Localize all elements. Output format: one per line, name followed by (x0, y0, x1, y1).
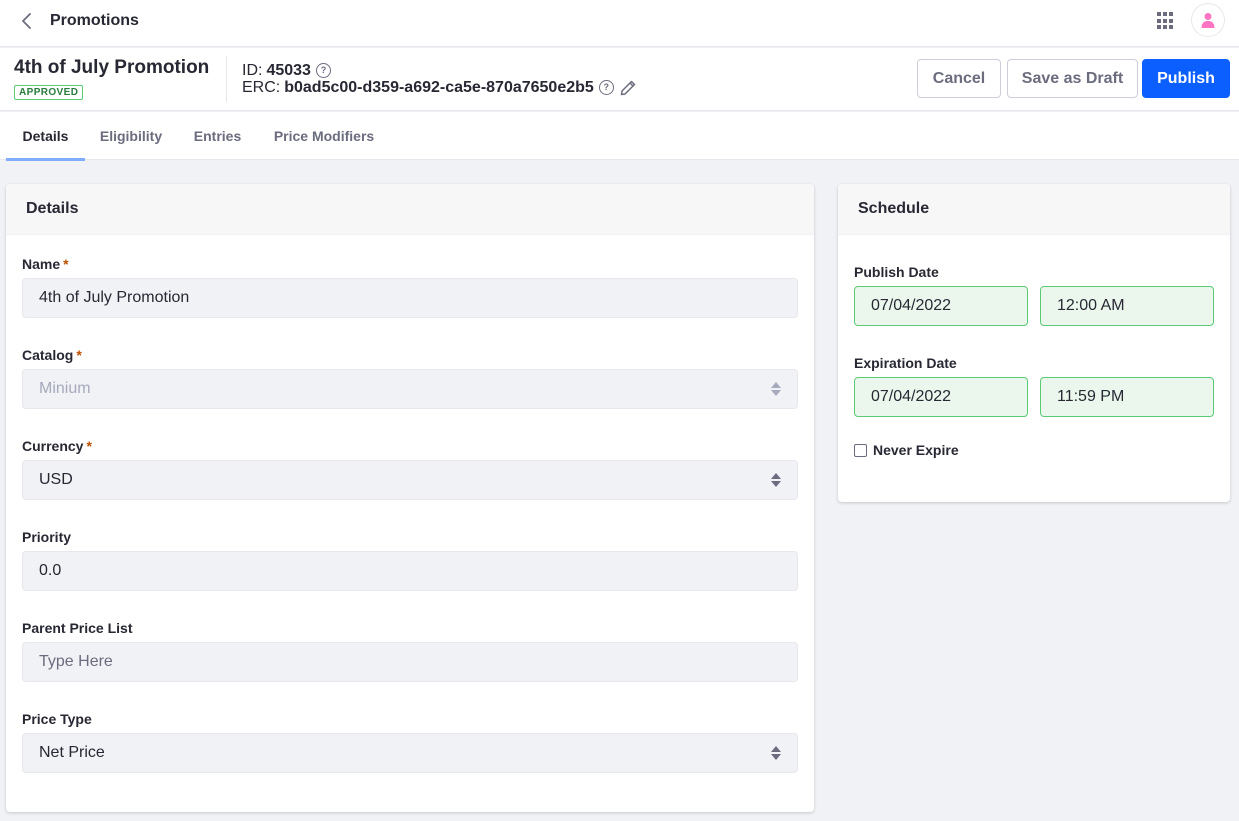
priority-input[interactable]: 0.0 (22, 551, 798, 591)
select-caret-icon (771, 473, 781, 487)
user-avatar-button[interactable] (1191, 3, 1225, 37)
pencil-icon (620, 80, 636, 95)
name-label-text: Name (22, 256, 61, 272)
tab-details[interactable]: Details (6, 112, 85, 161)
tab-bar: Details Eligibility Entries Price Modifi… (0, 112, 1239, 161)
expiration-date-input[interactable]: 07/04/2022 (854, 377, 1028, 417)
tab-price-modifiers[interactable]: Price Modifiers (265, 112, 383, 160)
never-expire-option[interactable]: Never Expire (854, 442, 959, 458)
apps-grid-dot (1163, 25, 1167, 30)
back-button[interactable] (16, 10, 38, 32)
header-divider (226, 56, 227, 102)
required-mark: * (86, 438, 92, 454)
catalog-select: Minium (22, 369, 798, 409)
name-input[interactable]: 4th of July Promotion (22, 278, 798, 318)
priority-label: Priority (22, 529, 72, 545)
save-as-draft-button[interactable]: Save as Draft (1007, 59, 1138, 98)
help-icon[interactable]: ? (315, 63, 331, 78)
price-type-value: Net Price (39, 744, 105, 761)
publish-date-label: Publish Date (854, 264, 939, 280)
currency-label: Currency * (22, 438, 92, 454)
details-card: Details Name * 4th of July Promotion Cata… (6, 184, 814, 812)
schedule-card: Schedule Publish Date 07/04/2022 12:00 A… (838, 184, 1230, 502)
select-caret-icon (771, 746, 781, 760)
catalog-value: Minium (39, 380, 91, 397)
status-badge: APPROVED (14, 85, 84, 100)
publish-time-input[interactable]: 12:00 AM (1040, 286, 1214, 326)
currency-value: USD (39, 471, 73, 488)
promotion-meta: ID: 45033 ? ERC: b0ad5c00-d359-a692-ca5e… (242, 62, 636, 96)
price-type-select[interactable]: Net Price (22, 733, 798, 773)
erc-label: ERC: (242, 79, 281, 96)
apps-grid-dot (1169, 25, 1173, 30)
erc-row: ERC: b0ad5c00-d359-a692-ca5e-870a7650e2b… (242, 79, 636, 96)
catalog-label-text: Catalog (22, 347, 74, 363)
page-title: Promotions (50, 12, 139, 29)
details-card-title: Details (6, 184, 814, 235)
select-caret-icon (771, 382, 781, 396)
help-icon[interactable]: ? (598, 80, 614, 95)
never-expire-label: Never Expire (873, 442, 959, 458)
required-mark: * (63, 256, 69, 272)
currency-label-text: Currency (22, 438, 84, 454)
edit-erc-button[interactable] (620, 80, 636, 96)
expiration-time-input[interactable]: 11:59 PM (1040, 377, 1214, 417)
apps-grid-dot (1163, 12, 1167, 16)
expiration-date-label: Expiration Date (854, 355, 957, 371)
top-navigation-bar: Promotions (0, 0, 1239, 47)
publish-button[interactable]: Publish (1142, 59, 1230, 98)
cancel-button[interactable]: Cancel (917, 59, 1001, 98)
tab-eligibility[interactable]: Eligibility (92, 112, 170, 160)
price-type-label: Price Type (22, 711, 92, 727)
catalog-label: Catalog * (22, 347, 82, 363)
id-value: 45033 (266, 62, 311, 79)
promotion-title: 4th of July Promotion (14, 57, 210, 78)
id-row: ID: 45033 ? (242, 62, 636, 79)
apps-grid-dot (1157, 18, 1161, 23)
apps-grid-icon (1157, 12, 1161, 16)
apps-menu-button[interactable] (1157, 12, 1175, 30)
apps-grid-dot (1157, 25, 1161, 30)
parent-price-list-input[interactable]: Type Here (22, 642, 798, 682)
promotion-header: 4th of July Promotion APPROVED ID: 45033… (0, 48, 1239, 111)
chevron-left-icon (22, 13, 31, 29)
required-mark: * (76, 347, 82, 363)
user-icon (1201, 13, 1215, 28)
erc-value: b0ad5c00-d359-a692-ca5e-870a7650e2b5 (284, 79, 594, 96)
id-label: ID: (242, 62, 263, 79)
apps-grid-dot (1169, 18, 1173, 23)
tab-entries[interactable]: Entries (186, 112, 249, 160)
publish-date-input[interactable]: 07/04/2022 (854, 286, 1028, 326)
name-label: Name * (22, 256, 69, 272)
parent-price-list-label: Parent Price List (22, 620, 133, 636)
never-expire-checkbox[interactable] (854, 443, 867, 457)
currency-select[interactable]: USD (22, 460, 798, 500)
schedule-card-title: Schedule (838, 184, 1230, 235)
apps-grid-dot (1169, 12, 1173, 16)
apps-grid-dot (1163, 18, 1167, 23)
